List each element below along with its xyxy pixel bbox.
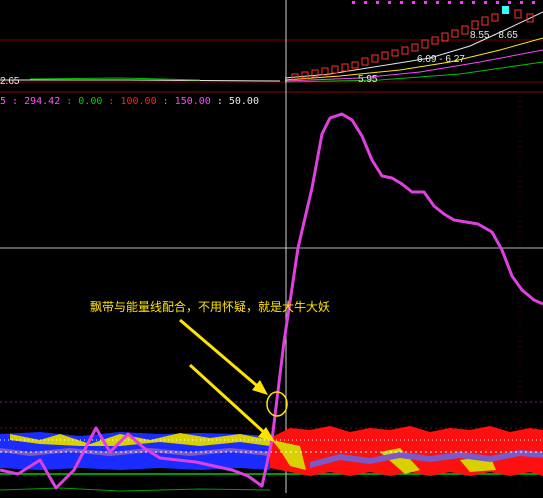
top-marker-dots (352, 1, 535, 4)
bottom-green-line (0, 487, 271, 492)
annotation-text: 飘带与能量线配合，不用怀疑，就是大牛大妖 (90, 300, 331, 314)
legend-value-4: 150.00 (174, 96, 211, 107)
legend-value-2: 0.00 (78, 96, 103, 107)
left-edge-price: 2.65 (0, 76, 20, 87)
chart-canvas[interactable] (0, 0, 543, 493)
ma-line-magenta (284, 49, 543, 82)
legend-value-1: 294.42 (24, 96, 61, 107)
annotation-arrow-lower (188, 363, 275, 442)
annotation-arrow-upper (179, 318, 268, 395)
indicator-legend: 5 : 294.42 : 0.00 : 100.00 : 150.00 : 50… (0, 96, 259, 107)
price-line-flat (0, 79, 281, 82)
price-range-label-low: 5.95 (358, 74, 378, 85)
price-range-label-mid: 6.09 - 6.27 (417, 54, 465, 65)
chart-window[interactable]: 2.65 8.55 - 8.65 6.09 - 6.27 5.95 5 : 29… (0, 0, 543, 493)
legend-value-3: 100.00 (120, 96, 157, 107)
price-range-label-high: 8.55 - 8.65 (470, 30, 518, 41)
legend-value-5: 50.00 (228, 96, 259, 107)
price-panel[interactable] (0, 1, 543, 93)
legend-prefix: 5 : (0, 96, 19, 107)
